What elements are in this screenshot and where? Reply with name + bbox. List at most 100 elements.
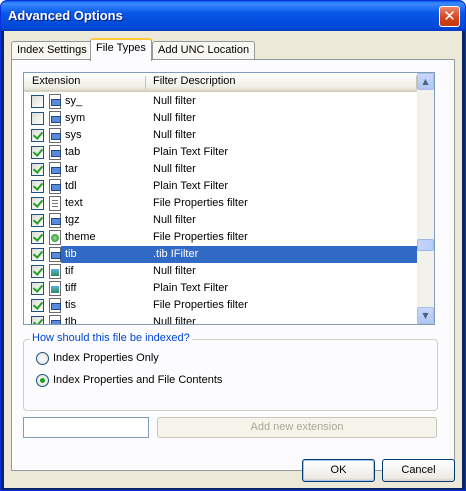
extension-cell: tdl bbox=[65, 180, 77, 192]
column-divider[interactable] bbox=[145, 76, 146, 89]
list-item[interactable]: tab Plain Text Filter bbox=[24, 144, 417, 161]
radio-button[interactable] bbox=[36, 374, 49, 387]
scroll-up-button[interactable]: ▲ bbox=[417, 73, 434, 90]
filter-description-cell: Null filter bbox=[153, 214, 196, 226]
extension-cell: sy_ bbox=[65, 95, 83, 107]
row-checkbox[interactable] bbox=[31, 180, 44, 193]
list-item[interactable]: theme File Properties filter bbox=[24, 229, 417, 246]
filter-description-cell: Null filter bbox=[153, 129, 196, 141]
row-checkbox[interactable] bbox=[31, 112, 44, 125]
row-checkbox[interactable] bbox=[31, 248, 44, 261]
dll-file-icon bbox=[49, 298, 61, 313]
radio-label[interactable]: Index Properties and File Contents bbox=[53, 374, 222, 386]
new-extension-input[interactable] bbox=[23, 417, 149, 438]
scroll-thumb[interactable] bbox=[417, 239, 434, 251]
filter-description-cell: Plain Text Filter bbox=[153, 282, 228, 294]
filter-description-cell: Plain Text Filter bbox=[153, 180, 228, 192]
row-checkbox[interactable] bbox=[31, 265, 44, 278]
theme-file-icon bbox=[49, 230, 61, 245]
list-item[interactable]: sym Null filter bbox=[24, 110, 417, 127]
row-checkbox[interactable] bbox=[31, 163, 44, 176]
dll-file-icon bbox=[49, 247, 61, 262]
row-checkbox[interactable] bbox=[31, 316, 44, 324]
list-item[interactable]: sy_ Null filter bbox=[24, 93, 417, 110]
filter-description-cell: Null filter bbox=[153, 112, 196, 124]
dll-file-icon bbox=[49, 128, 61, 143]
group-legend: How should this file be indexed? bbox=[30, 332, 192, 344]
list-item[interactable]: tdl Plain Text Filter bbox=[24, 178, 417, 195]
list-item[interactable]: text File Properties filter bbox=[24, 195, 417, 212]
advanced-options-dialog: Advanced Options ✕ Index Settings File T… bbox=[0, 0, 466, 491]
file-types-tab-page: Extension Filter Description sy_ Null fil… bbox=[11, 59, 455, 471]
dll-file-icon bbox=[49, 315, 61, 324]
extension-cell: tiff bbox=[65, 282, 77, 294]
tab-file-types[interactable]: File Types bbox=[90, 38, 152, 61]
list-item[interactable]: tib .tib IFilter bbox=[24, 246, 417, 263]
row-checkbox[interactable] bbox=[31, 146, 44, 159]
radio-button[interactable] bbox=[36, 352, 49, 365]
row-checkbox[interactable] bbox=[31, 231, 44, 244]
list-header: Extension Filter Description bbox=[24, 73, 417, 92]
extension-cell: theme bbox=[65, 231, 96, 243]
dll-file-icon bbox=[49, 145, 61, 160]
dll-file-icon bbox=[49, 179, 61, 194]
column-header-filter-description[interactable]: Filter Description bbox=[153, 75, 236, 87]
extension-cell: tib bbox=[65, 248, 77, 260]
filter-description-cell: Null filter bbox=[153, 95, 196, 107]
filter-description-cell: .tib IFilter bbox=[153, 248, 199, 260]
list-item[interactable]: tis File Properties filter bbox=[24, 297, 417, 314]
row-checkbox[interactable] bbox=[31, 197, 44, 210]
dll-file-icon bbox=[49, 213, 61, 228]
filter-description-cell: File Properties filter bbox=[153, 231, 248, 243]
ok-button[interactable]: OK bbox=[302, 459, 375, 482]
tab-index-settings[interactable]: Index Settings bbox=[11, 41, 93, 60]
add-new-extension-button[interactable]: Add new extension bbox=[157, 417, 437, 438]
selection-highlight bbox=[61, 246, 417, 263]
extension-cell: text bbox=[65, 197, 83, 209]
filter-description-cell: File Properties filter bbox=[153, 299, 248, 311]
extension-cell: sys bbox=[65, 129, 82, 141]
extension-cell: tar bbox=[65, 163, 78, 175]
dll-file-icon bbox=[49, 162, 61, 177]
filter-description-cell: Null filter bbox=[153, 316, 196, 325]
list-vertical-scrollbar[interactable]: ▲ ▼ bbox=[417, 73, 434, 324]
filter-description-cell: Plain Text Filter bbox=[153, 146, 228, 158]
tab-add-unc-location[interactable]: Add UNC Location bbox=[152, 41, 256, 60]
filter-description-cell: File Properties filter bbox=[153, 197, 248, 209]
row-checkbox[interactable] bbox=[31, 129, 44, 142]
column-header-extension[interactable]: Extension bbox=[32, 75, 80, 87]
image-file-icon bbox=[49, 264, 61, 279]
cancel-button[interactable]: Cancel bbox=[382, 459, 455, 482]
dll-file-icon bbox=[49, 111, 61, 126]
row-checkbox[interactable] bbox=[31, 299, 44, 312]
dialog-client-area: Index Settings File Types Add UNC Locati… bbox=[4, 31, 462, 488]
row-checkbox[interactable] bbox=[31, 95, 44, 108]
extension-cell: tgz bbox=[65, 214, 80, 226]
extension-cell: tif bbox=[65, 265, 74, 277]
index-method-group: How should this file be indexed? Index P… bbox=[23, 332, 438, 411]
text-file-icon bbox=[49, 196, 61, 211]
list-item[interactable]: tgz Null filter bbox=[24, 212, 417, 229]
extension-cell: sym bbox=[65, 112, 86, 124]
image-file-icon bbox=[49, 281, 61, 296]
close-button[interactable]: ✕ bbox=[439, 6, 460, 27]
list-item[interactable]: tlb Null filter bbox=[24, 314, 417, 325]
radio-label[interactable]: Index Properties Only bbox=[53, 352, 159, 364]
list-item[interactable]: tar Null filter bbox=[24, 161, 417, 178]
list-rows: sy_ Null filter sym Null filter sys Null filt… bbox=[24, 93, 417, 325]
file-types-list[interactable]: Extension Filter Description sy_ Null fil… bbox=[23, 72, 435, 325]
row-checkbox[interactable] bbox=[31, 282, 44, 295]
title-bar[interactable]: Advanced Options ✕ bbox=[1, 1, 465, 31]
filter-description-cell: Null filter bbox=[153, 163, 196, 175]
window-title: Advanced Options bbox=[8, 8, 123, 23]
list-item[interactable]: tiff Plain Text Filter bbox=[24, 280, 417, 297]
extension-cell: tab bbox=[65, 146, 81, 158]
scroll-down-button[interactable]: ▼ bbox=[417, 307, 434, 324]
row-checkbox[interactable] bbox=[31, 214, 44, 227]
list-item[interactable]: sys Null filter bbox=[24, 127, 417, 144]
list-item[interactable]: tif Null filter bbox=[24, 263, 417, 280]
dll-file-icon bbox=[49, 94, 61, 109]
extension-cell: tlb bbox=[65, 316, 77, 325]
extension-cell: tis bbox=[65, 299, 76, 311]
filter-description-cell: Null filter bbox=[153, 265, 196, 277]
